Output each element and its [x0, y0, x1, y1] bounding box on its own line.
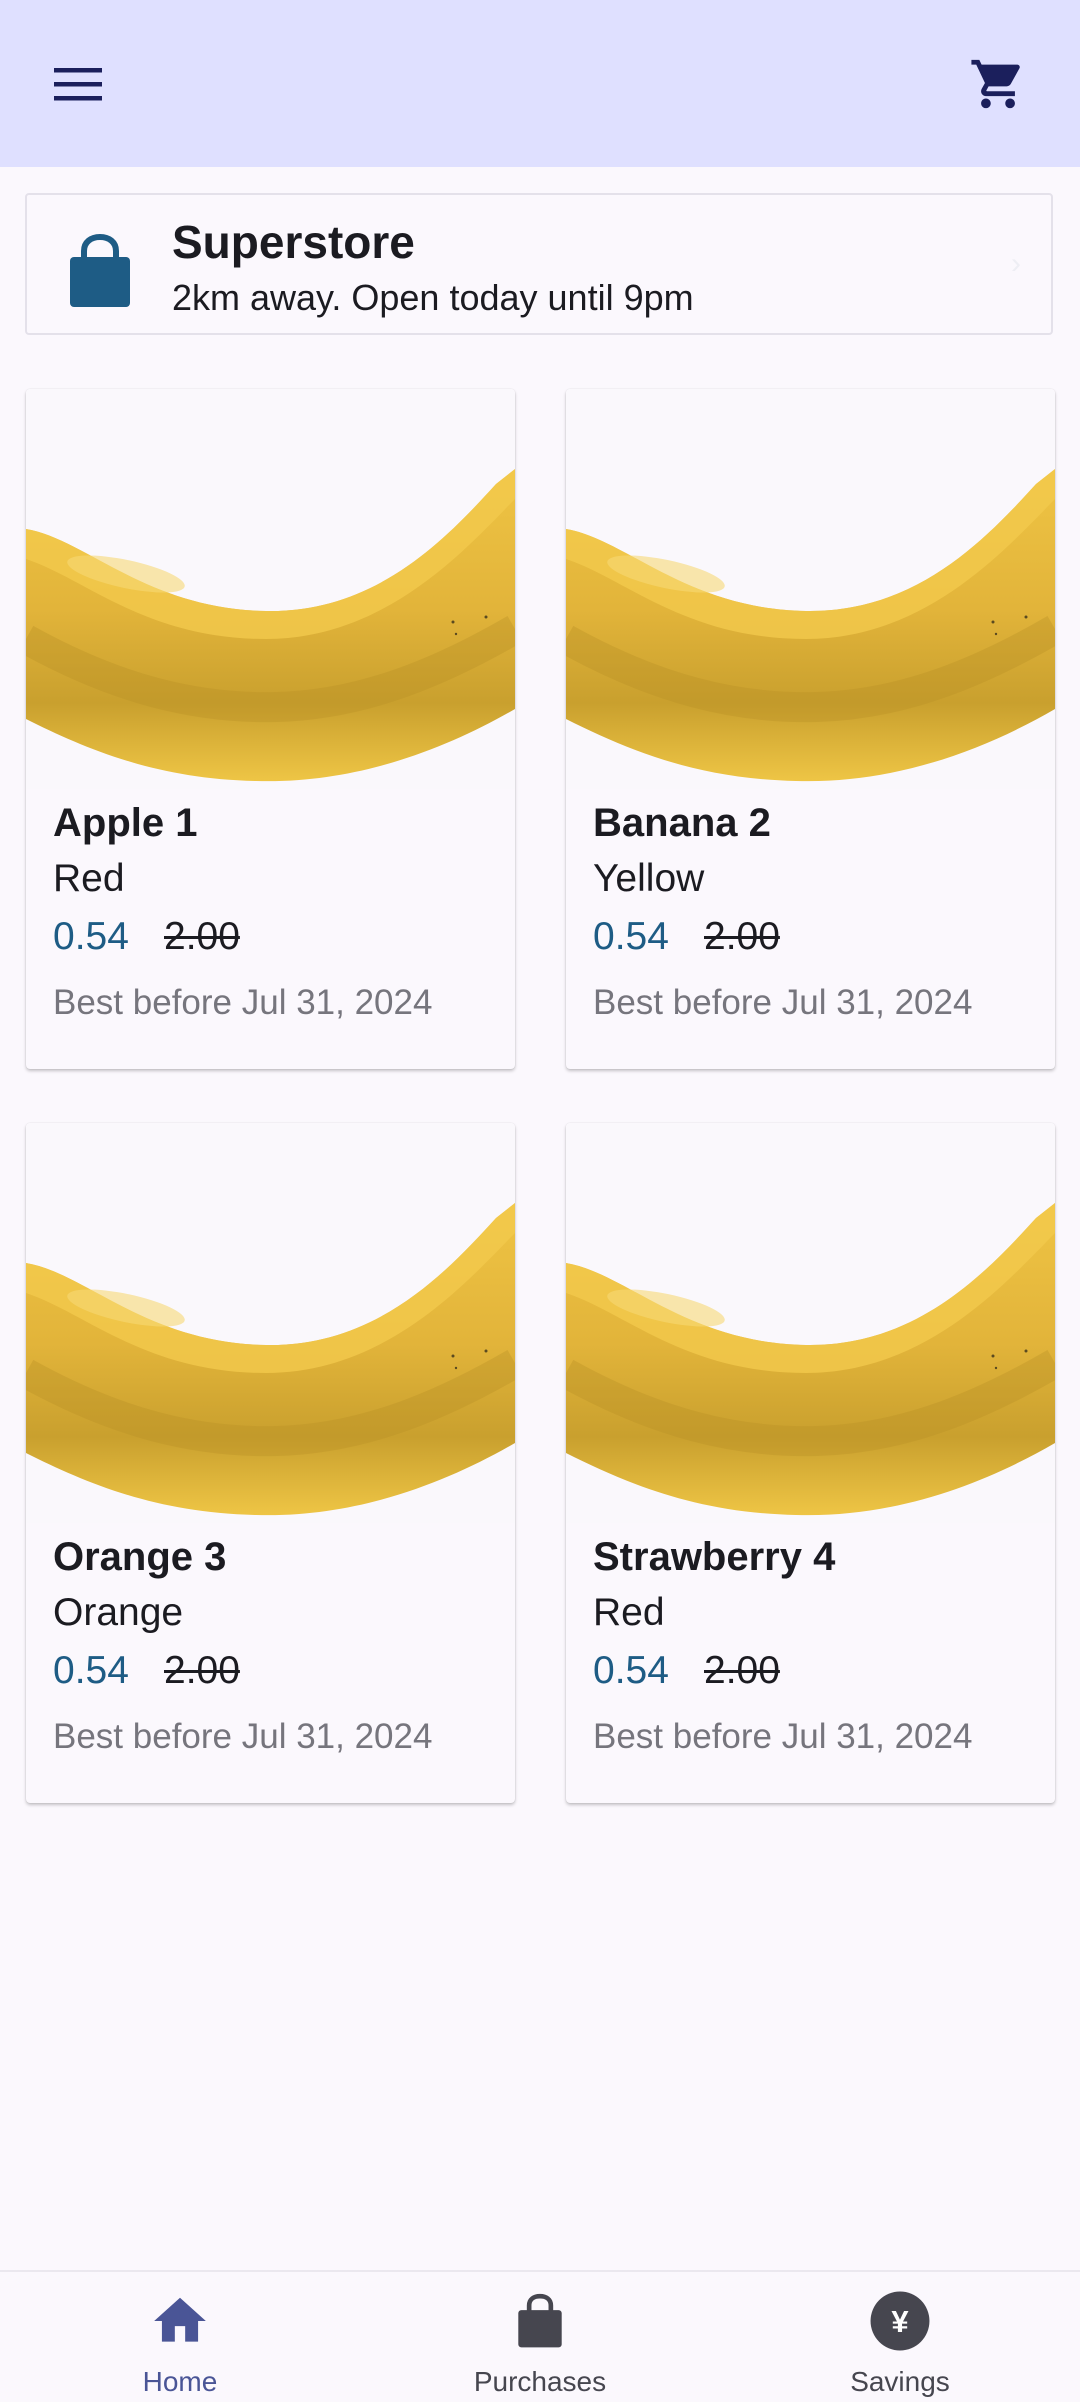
product-image: [566, 1123, 1055, 1523]
product-image: [566, 389, 1055, 789]
product-old-price: 2.00: [704, 1649, 780, 1692]
nav-item-home[interactable]: Home: [0, 2272, 360, 2402]
product-old-price: 2.00: [164, 915, 240, 958]
bottom-navigation: Home Purchases ¥ Savings: [0, 2270, 1080, 2400]
nav-item-purchases[interactable]: Purchases: [360, 2272, 720, 2402]
product-price: 0.54: [53, 915, 129, 958]
product-best-before: Best before Jul 31, 2024: [593, 1717, 973, 1756]
product-best-before: Best before Jul 31, 2024: [53, 983, 433, 1022]
product-color: Red: [53, 857, 125, 900]
shopping-bag-icon: [70, 233, 130, 307]
product-card[interactable]: Banana 2 Yellow 0.54 2.00 Best before Ju…: [566, 389, 1055, 1069]
nav-label-savings: Savings: [850, 2366, 950, 2397]
product-image: [26, 1123, 515, 1523]
product-card[interactable]: Apple 1 Red 0.54 2.00 Best before Jul 31…: [26, 389, 515, 1069]
product-image: [26, 389, 515, 789]
product-card[interactable]: Orange 3 Orange 0.54 2.00 Best before Ju…: [26, 1123, 515, 1803]
product-best-before: Best before Jul 31, 2024: [53, 1717, 433, 1756]
nav-label-home: Home: [142, 2366, 218, 2397]
product-color: Orange: [53, 1591, 184, 1634]
product-old-price: 2.00: [704, 915, 780, 958]
savings-symbol: ¥: [891, 2304, 909, 2339]
cart-button[interactable]: [950, 36, 1046, 132]
hamburger-menu-icon: [54, 68, 102, 101]
shopping-bag-icon: [518, 2293, 562, 2348]
home-icon: [154, 2297, 206, 2342]
store-card[interactable]: Superstore 2km away. Open today until 9p…: [25, 193, 1053, 335]
product-price: 0.54: [53, 1649, 129, 1692]
top-app-bar: [0, 0, 1080, 167]
store-info: 2km away. Open today until 9pm: [172, 277, 694, 318]
shopping-cart-icon: [971, 59, 1020, 109]
product-name: Banana 2: [593, 801, 771, 845]
product-name: Strawberry 4: [593, 1535, 836, 1579]
product-best-before: Best before Jul 31, 2024: [593, 983, 973, 1022]
menu-button[interactable]: [30, 36, 126, 132]
product-color: Yellow: [593, 857, 705, 900]
product-price: 0.54: [593, 915, 669, 958]
product-card[interactable]: Strawberry 4 Red 0.54 2.00 Best before J…: [566, 1123, 1055, 1803]
product-name: Orange 3: [53, 1535, 227, 1579]
product-price: 0.54: [593, 1649, 669, 1692]
nav-item-savings[interactable]: ¥ Savings: [720, 2272, 1080, 2402]
product-name: Apple 1: [53, 801, 198, 845]
store-name: Superstore: [172, 216, 415, 268]
product-color: Red: [593, 1591, 665, 1634]
chevron-right-icon: ›: [1011, 247, 1021, 280]
nav-label-purchases: Purchases: [473, 2366, 607, 2397]
yen-coin-icon: ¥: [870, 2291, 930, 2351]
product-old-price: 2.00: [164, 1649, 240, 1692]
